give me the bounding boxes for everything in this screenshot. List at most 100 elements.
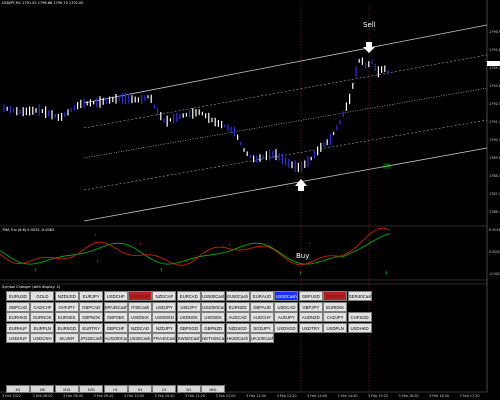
symbol-button-usdhuf[interactable]: USDHUF (6, 333, 30, 344)
symbol-button-usdsek[interactable]: USDSEK (201, 312, 226, 323)
time-tick-label: 3 Feb 16:40 (429, 394, 450, 398)
symbol-button-usdsgd[interactable]: USDSGD (274, 322, 299, 333)
symbol-button-usdchf[interactable]: USDCHF (103, 291, 128, 301)
time-tick-label: 3 Feb 2022 (2, 394, 21, 398)
symbol-button-eursek[interactable]: EURSEK (54, 312, 79, 323)
time-tick-label: 3 Feb 11:20 (185, 394, 206, 398)
symbol-button-it40cash[interactable]: IT40Cash (128, 301, 152, 312)
symbol-button-usddkk[interactable]: USDDKK (128, 312, 152, 323)
symbol-button-usdnok[interactable]: USDNOK (176, 312, 201, 323)
symbol-button-usdcnh[interactable]: USDCNH (30, 333, 55, 344)
timeframe-tab-m5[interactable]: M5 (30, 385, 55, 393)
symbol-button-gbpsgd[interactable]: GBPSGD (176, 322, 201, 333)
symbol-button-silver[interactable]: SILVER (54, 333, 79, 344)
symbol-button-eurcad[interactable]: EURCAD (176, 291, 201, 301)
timeframe-tab-w1[interactable]: W1 (176, 385, 201, 393)
symbol-button-gbpnzd[interactable]: GBPNZD (201, 322, 226, 333)
timeframe-tab-h1[interactable]: H1 (103, 385, 128, 393)
symbol-button-fra40cash[interactable]: FRA40Cash (152, 333, 177, 344)
symbol-button-eurnok[interactable]: EURNOK (30, 312, 55, 323)
price-tick-label: 1794.75 (489, 66, 500, 70)
symbol-button-neth25cash[interactable]: NETH25Cash (201, 333, 226, 344)
symbol-button-gold[interactable]: GOLD (30, 291, 55, 301)
symbol-button-eurtry[interactable]: EURTRY (79, 322, 104, 333)
symbol-button-sgdjpy[interactable]: SGDJPY (250, 322, 274, 333)
symbol-button-eurhuf[interactable]: EURHUF (6, 322, 30, 333)
symbol-button-us30cash[interactable]: US30Cash (128, 333, 152, 344)
symbol-button-usdcad[interactable]: USDCAD (274, 301, 299, 312)
symbol-button-us2000cash[interactable]: US2000Cash (201, 301, 226, 312)
indicator-header: TMA Trix (6.6) 0.0032 -0.0083 (2, 228, 55, 232)
symbol-button-nzdusd[interactable]: NZDUSD (54, 291, 79, 301)
symbol-button-usdtry[interactable]: USDTRY (298, 322, 323, 333)
symbol-button-xageur[interactable]: XAGEUR (128, 291, 152, 301)
symbol-button-nzdjpy[interactable]: NZDJPY (152, 322, 177, 333)
symbol-button-jp225cash[interactable]: JP225Cash (79, 333, 104, 344)
symbol-button-audnzd[interactable]: AUDNZD (298, 312, 323, 323)
symbol-button-nzdcad[interactable]: NZDCAD (128, 322, 152, 333)
symbol-button-us500cash[interactable]: US500Cash (201, 291, 226, 301)
symbol-button-usdjpy[interactable]: USDJPY (152, 301, 177, 312)
symbol-button-cadjpy[interactable]: CADJPY (323, 312, 348, 323)
timeframe-tab-m15[interactable]: M15 (54, 385, 79, 393)
symbol-button-nzdsgd[interactable]: NZDSGD (225, 322, 250, 333)
indicator-up-arrow-icon: ↑ (159, 268, 163, 274)
symbol-button-ger40cash[interactable]: GER40Cash (347, 291, 372, 301)
symbol-button-cadchf[interactable]: CADCHF (30, 301, 55, 312)
price-tick-label: 1788.50 (489, 174, 500, 178)
symbol-button-eu50cash[interactable]: EU50Cash (225, 291, 250, 301)
symbol-button-usdhkd[interactable]: USDHKD (347, 322, 372, 333)
symbol-button-gbpcad[interactable]: GBPCAD (79, 301, 104, 312)
symbol-button-hk50cash[interactable]: HK50Cash (225, 333, 250, 344)
time-tick-label: 3 Feb 14:40 (337, 394, 358, 398)
symbol-button-aus200cash[interactable]: AUS200Cash (103, 333, 128, 344)
symbol-button-us30cash[interactable]: US30Cash (274, 291, 299, 301)
indicator-down-arrow-icon: ↓ (94, 232, 97, 237)
timeframe-tab-h4[interactable]: H4 (128, 385, 152, 393)
symbol-button-swi20cash[interactable]: SWI20Cash (176, 333, 201, 344)
symbol-button-eurdkk[interactable]: EURDKK (323, 301, 348, 312)
time-tick-label: 3 Feb 12:40 (246, 394, 267, 398)
indicator-tick-label: 0.0028 (489, 228, 500, 232)
symbol-button-gbpaud[interactable]: GBPAUD (250, 301, 274, 312)
symbol-button-uk100cash[interactable]: UK100Cash (250, 333, 274, 344)
main-chart-header: USDJPY,M1 1791.02 1796.66 1790.70 1792.0… (2, 1, 84, 5)
symbol-button-eurchf[interactable]: EURCHF (323, 291, 348, 301)
symbol-button-chfsgd[interactable]: CHFSGD (347, 312, 372, 323)
price-tick-label: 1791.40 (489, 120, 500, 124)
indicator-down-arrow-icon: ↓ (308, 240, 311, 245)
timeframe-tab-mn1[interactable]: MN1 (201, 385, 226, 393)
symbol-button-gbpnok[interactable]: GBPNOK (79, 312, 104, 323)
symbol-button-usdjpy[interactable]: USDJPY (176, 301, 201, 312)
symbol-button-gbpusd[interactable]: GBPUSD (298, 291, 323, 301)
symbol-button-chfjpy[interactable]: CHFJPY (54, 301, 79, 312)
symbol-button-gbpcad[interactable]: GBPCAD (6, 301, 30, 312)
timeframe-tab-m30[interactable]: M30 (79, 385, 104, 393)
symbol-button-gbpsek[interactable]: GBPSEK (103, 312, 128, 323)
time-tick-label: 3 Feb 16:00 (398, 394, 419, 398)
symbol-button-eurhkd[interactable]: EURHKD (6, 312, 30, 323)
indicator-down-arrow-icon: ↓ (139, 241, 142, 246)
time-tick-label: 3 Feb 14:00 (307, 394, 328, 398)
symbol-button-eurjpy[interactable]: EURJPY (79, 291, 104, 301)
timeframe-tab-m1[interactable]: M1 (6, 385, 30, 393)
price-tick-label: 1795.80 (489, 48, 500, 52)
buy-label: Buy (296, 252, 310, 260)
symbol-button-gbpjpy[interactable]: GBPJPY (298, 301, 323, 312)
symbol-button-eurnzd[interactable]: EURNZD (225, 301, 250, 312)
symbol-button-audchf[interactable]: AUDCHF (250, 312, 274, 323)
symbol-button-audjpy[interactable]: AUDJPY (274, 312, 299, 323)
time-tick-label: 3 Feb 17:20 (459, 394, 480, 398)
symbol-button-eursgd[interactable]: EURSGD (54, 322, 79, 333)
symbol-button-eurusd[interactable]: EURUSD (6, 291, 30, 301)
symbol-button-usdmxn[interactable]: USDMXN (152, 312, 177, 323)
symbol-button-audcad[interactable]: AUDCAD (225, 312, 250, 323)
timeframe-tab-d1[interactable]: D1 (152, 385, 177, 393)
indicator-up-arrow-icon: ↑ (96, 259, 99, 264)
symbol-button-spa35cash[interactable]: SPA35Cash (103, 301, 128, 312)
symbol-button-nzdchf[interactable]: NZDCHF (152, 291, 177, 301)
symbol-button-gbpchf[interactable]: GBPCHF (103, 322, 128, 333)
symbol-button-eurpln[interactable]: EURPLN (30, 322, 55, 333)
symbol-button-euraud[interactable]: EURAUD (250, 291, 274, 301)
symbol-button-usdpln[interactable]: USDPLN (323, 322, 348, 333)
